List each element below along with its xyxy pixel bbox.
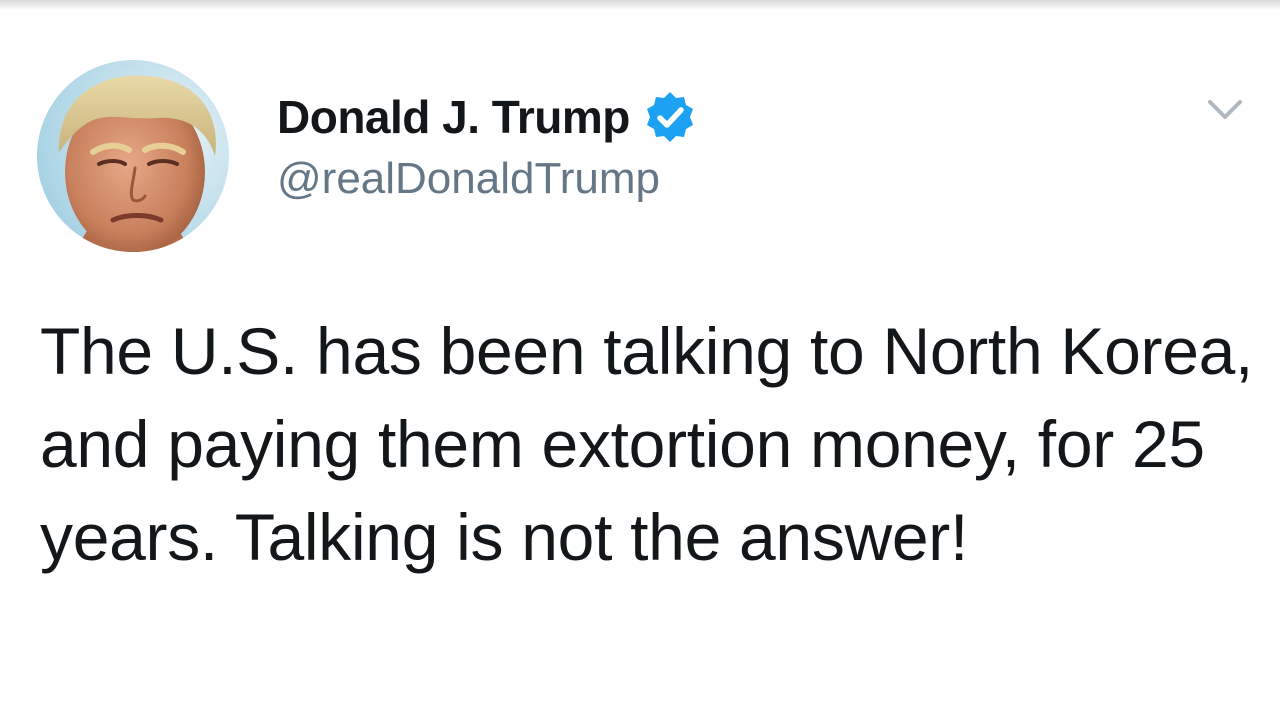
chevron-down-icon bbox=[1208, 100, 1242, 119]
author-handle[interactable]: @realDonaldTrump bbox=[277, 154, 698, 204]
tweet-text: The U.S. has been talking to North Korea… bbox=[40, 314, 1254, 574]
tweet-menu-button[interactable] bbox=[1200, 90, 1250, 130]
verified-badge-icon bbox=[642, 89, 698, 145]
author-name-row: Donald J. Trump bbox=[277, 87, 698, 147]
avatar[interactable] bbox=[37, 60, 229, 252]
profile-photo-icon bbox=[37, 60, 229, 252]
author-block: Donald J. Trump @realDonaldTrump bbox=[277, 87, 698, 204]
author-display-name[interactable]: Donald J. Trump bbox=[277, 90, 630, 144]
tweet-card: Donald J. Trump @realDonaldTrump The U.S… bbox=[0, 10, 1280, 701]
top-divider bbox=[0, 0, 1280, 10]
